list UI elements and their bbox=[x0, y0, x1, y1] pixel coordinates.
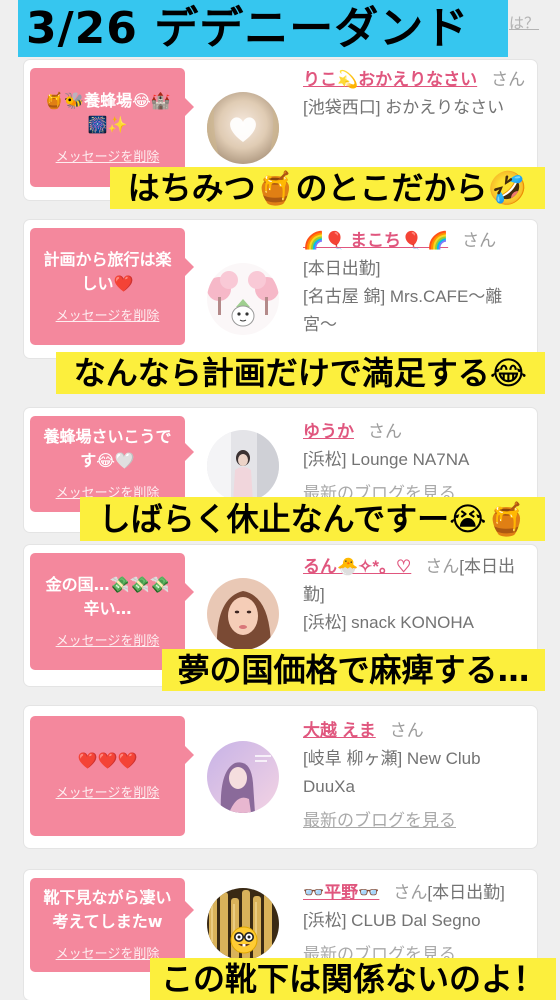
sender-info: りこ💫おかえりなさい さん [池袋西口] おかえりなさい bbox=[303, 66, 533, 122]
honorific: さん bbox=[368, 422, 402, 441]
avatar-photo bbox=[207, 430, 279, 502]
overlay-caption: この靴下は関係ないのよ！ bbox=[150, 958, 556, 1000]
message-text: 計画から旅行は楽しい❤️ bbox=[43, 249, 172, 293]
bubble-pointer bbox=[185, 443, 194, 461]
delete-message-link[interactable]: メッセージを削除 bbox=[56, 946, 160, 964]
overlay-caption: はちみつ🍯のとこだから🤣 bbox=[110, 167, 545, 209]
honorific: さん bbox=[425, 557, 460, 576]
shop-location: [池袋西口] おかえりなさい bbox=[303, 98, 505, 117]
sender-name-line: 👓平野👓 さん[本日出勤] bbox=[303, 879, 533, 907]
status-badge: [本日出勤] bbox=[427, 883, 505, 902]
message-text: 金の国…💸💸💸辛い… bbox=[45, 574, 170, 618]
latest-blog-link[interactable]: 最新のブログを見る bbox=[303, 807, 533, 835]
shop-location: [名古屋 錦] Mrs.CAFE〜離宮〜 bbox=[303, 287, 503, 334]
avatar[interactable] bbox=[207, 263, 279, 335]
avatar[interactable] bbox=[207, 430, 279, 502]
shop-location: [浜松] Lounge NA7NA bbox=[303, 450, 470, 469]
avatar-photo bbox=[207, 888, 279, 960]
avatar[interactable] bbox=[207, 578, 279, 650]
sender-name-link[interactable]: 👓平野👓 bbox=[303, 883, 379, 902]
shop-location: [浜松] snack KONOHA bbox=[303, 613, 474, 632]
delete-message-link[interactable]: メッセージを削除 bbox=[56, 633, 160, 651]
overlay-title: 3/26 デデニーダンド bbox=[18, 0, 508, 57]
avatar-photo bbox=[207, 578, 279, 650]
message-bubble: ❤️❤️❤️ メッセージを削除 bbox=[30, 716, 194, 836]
sender-name-line: るん🐣✧*。♡ さん[本日出勤] bbox=[303, 553, 533, 609]
shop-location: [岐阜 柳ヶ瀬] New Club DuuXa bbox=[303, 749, 481, 796]
message-text: ❤️❤️❤️ bbox=[77, 751, 138, 770]
sender-info: 大越 えま さん [岐阜 柳ヶ瀬] New Club DuuXa 最新のブログを見… bbox=[303, 717, 533, 835]
message-text: 養蜂場さいこうです😂🤍 bbox=[43, 427, 172, 470]
sender-info: ゆうか さん [浜松] Lounge NA7NA 最新のブログを見る bbox=[303, 418, 533, 508]
sender-name-line: りこ💫おかえりなさい さん bbox=[303, 66, 533, 94]
honorific: さん bbox=[491, 70, 526, 89]
sender-name-link[interactable]: ゆうか bbox=[303, 422, 354, 441]
status-badge: [本日出勤] bbox=[303, 259, 381, 278]
delete-message-link[interactable]: メッセージを削除 bbox=[56, 785, 160, 803]
shop-location: [浜松] CLUB Dal Segno bbox=[303, 911, 481, 930]
overlay-caption: しばらく休止なんですー😭🍯 bbox=[80, 497, 545, 541]
honorific: さん bbox=[462, 231, 497, 250]
avatar[interactable] bbox=[207, 888, 279, 960]
overlay-caption: 夢の国価格で麻痺する… bbox=[162, 649, 545, 691]
corner-help-link[interactable]: は？ bbox=[509, 12, 539, 33]
sender-info: 🌈🎈 まこち🎈 🌈 さん [本日出勤] [名古屋 錦] Mrs.CAFE〜離宮〜 bbox=[303, 227, 533, 339]
avatar-illustration bbox=[207, 741, 279, 813]
sender-name-link[interactable]: 🌈🎈 まこち🎈 🌈 bbox=[303, 231, 448, 250]
bubble-pointer bbox=[185, 583, 194, 601]
nerd-face-icon bbox=[230, 926, 258, 954]
sender-name-line: 🌈🎈 まこち🎈 🌈 さん bbox=[303, 227, 533, 255]
honorific: さん bbox=[389, 721, 424, 740]
delete-message-link[interactable]: メッセージを削除 bbox=[56, 149, 160, 167]
sender-name-line: ゆうか さん bbox=[303, 418, 533, 446]
message-bubble: 計画から旅行は楽しい❤️ メッセージを削除 bbox=[30, 228, 194, 345]
sender-info: るん🐣✧*。♡ さん[本日出勤] [浜松] snack KONOHA bbox=[303, 553, 533, 637]
bubble-pointer bbox=[185, 98, 194, 116]
avatar-photo bbox=[207, 92, 279, 164]
delete-message-link[interactable]: メッセージを削除 bbox=[56, 308, 160, 326]
bubble-pointer bbox=[185, 746, 194, 764]
message-card[interactable]: 計画から旅行は楽しい❤️ メッセージを削除 🌈🎈 まこち🎈 🌈 さん [本日出勤]… bbox=[24, 220, 537, 358]
message-text: 靴下見ながら凄い考えてしまたw bbox=[43, 888, 172, 931]
message-text: 🍯🐝養蜂場😂🏰🎆✨ bbox=[44, 90, 171, 134]
sender-name-line: 大越 えま さん bbox=[303, 717, 533, 745]
honorific: さん bbox=[393, 883, 428, 902]
sender-name-link[interactable]: 大越 えま bbox=[303, 721, 376, 740]
avatar[interactable] bbox=[207, 92, 279, 164]
avatar[interactable] bbox=[207, 741, 279, 813]
bubble-pointer bbox=[185, 901, 194, 919]
sender-name-link[interactable]: りこ💫おかえりなさい bbox=[303, 70, 477, 89]
overlay-caption: なんなら計画だけで満足する😂 bbox=[56, 352, 545, 394]
avatar-illustration bbox=[207, 263, 279, 335]
message-card[interactable]: ❤️❤️❤️ メッセージを削除 大越 えま さん [岐阜 柳ヶ瀬] New Clu… bbox=[24, 706, 537, 848]
bubble-pointer bbox=[185, 258, 194, 276]
sender-info: 👓平野👓 さん[本日出勤] [浜松] CLUB Dal Segno 最新のブログを… bbox=[303, 879, 533, 969]
sender-name-link[interactable]: るん🐣✧*。♡ bbox=[303, 557, 411, 576]
